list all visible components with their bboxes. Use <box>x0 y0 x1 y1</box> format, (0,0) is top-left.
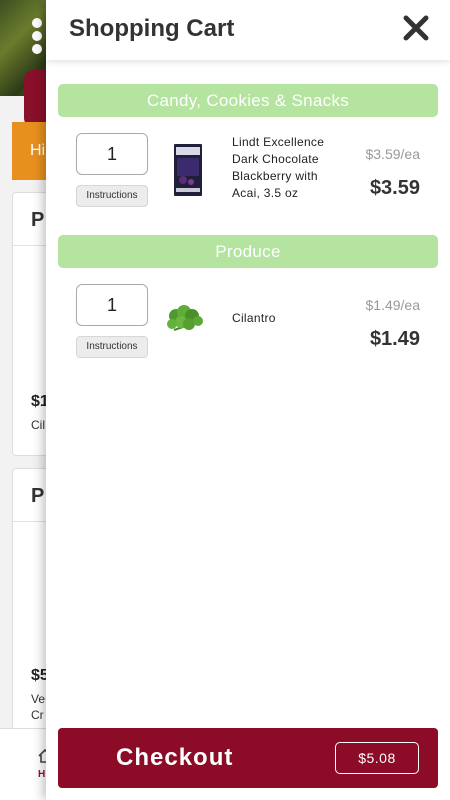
cart-title: Shopping Cart <box>69 15 235 42</box>
checkout-button[interactable]: Checkout $5.08 <box>58 728 438 788</box>
product-image-chocolate <box>174 144 202 201</box>
nav-label-home[interactable]: H <box>38 769 45 780</box>
cart-header: Shopping Cart <box>46 0 450 60</box>
line-total: $3.59 <box>369 177 420 199</box>
section-header-candy: Candy, Cookies & Snacks <box>58 84 438 117</box>
checkout-total: $5.08 <box>335 742 419 774</box>
instructions-button[interactable]: Instructions <box>76 185 148 207</box>
background-banner-text: Hi <box>30 142 46 159</box>
unit-price: $1.49/ea <box>365 297 421 313</box>
background-card-name: Cil <box>31 418 45 432</box>
item-name: Cilantro <box>232 311 276 325</box>
background-card-title: P <box>31 485 45 507</box>
line-total: $1.49 <box>369 328 420 350</box>
unit-price: $3.59/ea <box>365 146 421 162</box>
section-header-produce: Produce <box>58 235 438 268</box>
quantity-input[interactable]: 1 <box>76 284 148 326</box>
background-card-name-line2: Cr <box>31 708 44 722</box>
quantity-input[interactable]: 1 <box>76 133 148 175</box>
product-image-cilantro <box>164 302 214 343</box>
background-card-title: P <box>31 209 45 231</box>
background-card-name-line1: Ve <box>31 692 46 706</box>
item-name: Lindt Excellence Dark Chocolate Blackber… <box>232 135 325 200</box>
shopping-cart-drawer: Shopping Cart Candy, Cookies & Snacks 1 … <box>46 0 450 800</box>
instructions-button[interactable]: Instructions <box>76 336 148 358</box>
checkout-label: Checkout <box>116 744 234 771</box>
close-icon[interactable] <box>398 10 434 46</box>
menu-dots-icon[interactable] <box>32 18 44 57</box>
